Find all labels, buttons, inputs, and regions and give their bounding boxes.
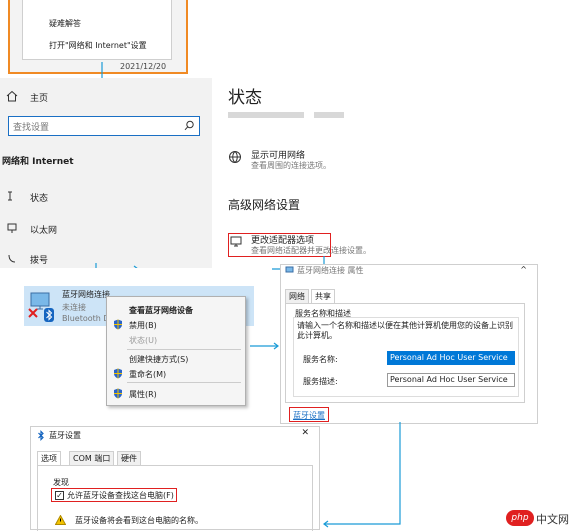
menu-item-troubleshoot[interactable]: 疑难解答	[49, 18, 81, 29]
nav-home[interactable]: 主页	[30, 91, 48, 104]
settings-sidebar	[0, 78, 212, 268]
service-name-label: 服务名称:	[303, 355, 338, 364]
service-desc-field[interactable]: Personal Ad Hoc User Service	[387, 373, 515, 387]
ethernet-icon	[6, 222, 18, 234]
nav-status[interactable]: 状态	[30, 191, 48, 204]
nav-ethernet[interactable]: 以太网	[30, 223, 57, 236]
dialup-icon	[6, 252, 18, 264]
dialog-title: 蓝牙设置	[49, 431, 81, 440]
status-icon	[6, 190, 18, 202]
menu-item-create-shortcut[interactable]: 创建快捷方式(S)	[129, 354, 188, 365]
nav-dialup[interactable]: 拨号	[30, 253, 48, 266]
menu-item-rename[interactable]: 重命名(M)	[129, 369, 166, 380]
menu-item-properties[interactable]: 属性(R)	[129, 389, 157, 400]
instructions-text: 请输入一个名称和描述以便在其他计算机使用您的设备上识别此计算机。	[297, 321, 513, 340]
dialog-title: 蓝牙网络连接 属性	[297, 266, 364, 275]
connector-arrow	[250, 342, 279, 350]
home-icon	[6, 90, 18, 102]
tab-options[interactable]: 选项	[37, 451, 61, 465]
watermark-logo: php 中文网	[506, 510, 584, 528]
globe-icon	[228, 150, 242, 164]
network-icon	[285, 266, 294, 275]
menu-item-view-bt-devices[interactable]: 查看蓝牙网络设备	[129, 305, 193, 316]
status-placeholder-bar	[228, 112, 304, 118]
tab-com-ports[interactable]: COM 端口	[69, 451, 115, 465]
warning-icon	[55, 515, 66, 525]
bluetooth-icon	[37, 430, 45, 441]
search-icon[interactable]	[184, 120, 195, 131]
settings-category-title: 网络和 Internet	[2, 157, 74, 167]
shield-icon	[113, 388, 123, 399]
allow-discovery-label[interactable]: 允许蓝牙设备查找这台电脑(F)	[67, 490, 174, 501]
service-name-field[interactable]: Personal Ad Hoc User Service	[387, 351, 515, 365]
search-placeholder: 查找设置	[13, 123, 50, 133]
allow-discovery-checkbox[interactable]: ✓	[55, 491, 64, 500]
disconnected-x-icon	[28, 308, 38, 318]
status-placeholder-bar	[314, 112, 344, 118]
properties-dialog: 蓝牙网络连接 属性 ^ 网络 共享 服务名称和描述 请输入一个名称和描述以便在其…	[280, 264, 538, 424]
taskbar-date: 2021/12/20	[120, 62, 167, 71]
watermark-text: 中文网	[536, 513, 569, 526]
watermark-badge: php	[506, 510, 534, 526]
adapter-icon	[230, 235, 244, 249]
shield-icon	[113, 368, 123, 379]
tab-hardware[interactable]: 硬件	[117, 451, 141, 465]
tab-sharing[interactable]: 共享	[311, 289, 335, 303]
tray-menu-panel: 疑难解答 打开"网络和 Internet"设置	[22, 0, 172, 60]
adapter-context-menu: 查看蓝牙网络设备 禁用(B) 状态(U) 创建快捷方式(S) 重命名(M) 属性…	[106, 296, 246, 406]
menu-item-disable[interactable]: 禁用(B)	[129, 320, 157, 331]
settings-search-input[interactable]: 查找设置	[8, 116, 200, 136]
tab-network[interactable]: 网络	[285, 289, 309, 303]
menu-divider	[127, 382, 241, 383]
bluetooth-icon	[44, 308, 54, 322]
menu-item-status: 状态(U)	[129, 336, 158, 345]
shield-icon	[113, 319, 123, 330]
discovery-section-title: 发现	[53, 478, 69, 487]
chevron-up-icon[interactable]: ^	[520, 265, 527, 274]
connector-arrow	[323, 422, 401, 528]
adapter-device: Bluetooth D	[62, 314, 110, 323]
adapter-status: 未连接	[62, 303, 86, 312]
close-icon[interactable]: ✕	[301, 428, 309, 438]
show-networks-desc: 查看周围的连接选项。	[251, 161, 331, 170]
adapter-name: 蓝牙网络连接	[62, 290, 110, 299]
menu-item-open-network-settings[interactable]: 打开"网络和 Internet"设置	[49, 40, 147, 51]
advanced-settings-title: 高级网络设置	[228, 198, 301, 212]
bluetooth-settings-dialog: 蓝牙设置 ✕ 选项 COM 端口 硬件 发现 ✓ 允许蓝牙设备查找这台电脑(F)…	[30, 426, 320, 531]
service-desc-label: 服务描述:	[303, 377, 338, 386]
page-title: 状态	[228, 88, 262, 108]
warning-text: 蓝牙设备将会看到这台电脑的名称。	[75, 516, 203, 525]
menu-divider	[127, 349, 241, 350]
